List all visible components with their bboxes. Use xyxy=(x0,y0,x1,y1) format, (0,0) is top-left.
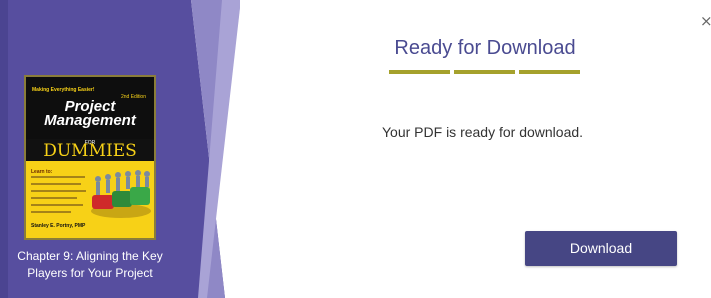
close-icon[interactable]: × xyxy=(700,14,711,29)
download-dialog: Making Everything Easier! 2nd Edition Pr… xyxy=(0,0,711,298)
book-author: Stanley E. Portny, PMP xyxy=(31,223,86,229)
ready-message: Your PDF is ready for download. xyxy=(382,124,584,140)
download-button[interactable]: Download xyxy=(525,231,677,266)
heading-divider xyxy=(389,70,581,74)
book-learn-to: Learn to: xyxy=(31,169,53,175)
chapter-caption: Chapter 9: Aligning the Key Players for … xyxy=(17,249,163,280)
book-title-line2: Management xyxy=(44,112,136,129)
book-bullet-lines xyxy=(31,176,89,218)
dialog-heading: Ready for Download xyxy=(394,37,576,59)
divider-segment-1 xyxy=(389,70,450,74)
divider-segment-3 xyxy=(519,70,580,74)
panel-edge xyxy=(0,0,8,298)
divider-segment-2 xyxy=(454,70,515,74)
left-decorative-panel: Making Everything Easier! 2nd Edition Pr… xyxy=(0,0,240,298)
book-tagline: Making Everything Easier! xyxy=(32,87,95,93)
book-cover-image: Making Everything Easier! 2nd Edition Pr… xyxy=(24,75,156,240)
book-puzzle-figures-illustration xyxy=(91,170,151,218)
book-dummies-word: DUMMIES xyxy=(43,141,137,161)
